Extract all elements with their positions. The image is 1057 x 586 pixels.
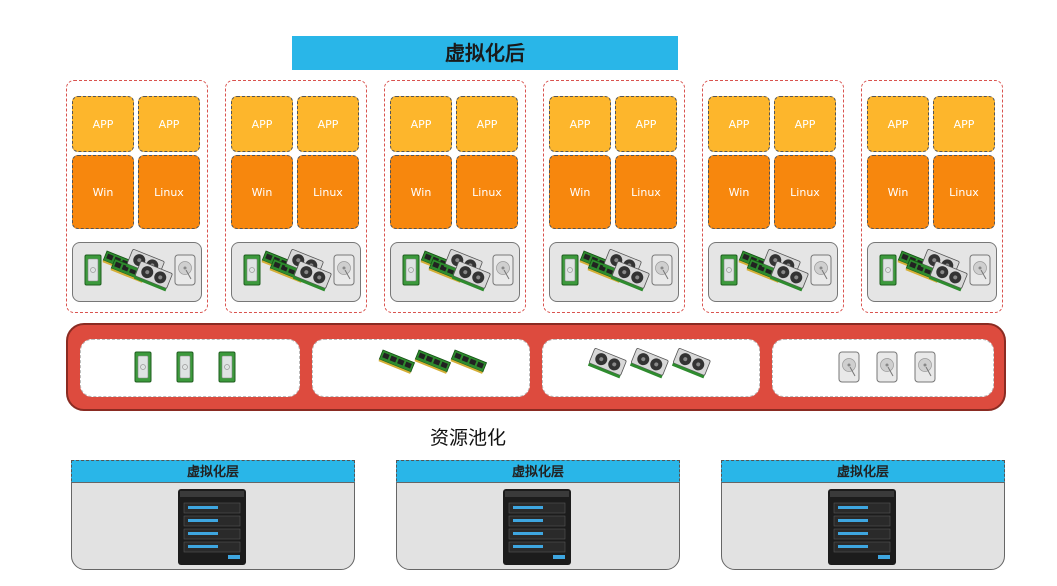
- physical-server: 虚拟化层: [71, 460, 355, 570]
- vm-group: APP APP Win Linux: [861, 80, 1003, 313]
- app-block: APP: [297, 96, 359, 152]
- server-tower-icon: [828, 489, 896, 565]
- server-body: [396, 482, 680, 570]
- os-block-linux: Linux: [297, 155, 359, 229]
- cpu-chip-icon: [402, 254, 420, 286]
- memory-stick-icon: [414, 349, 452, 374]
- os-block-win: Win: [708, 155, 770, 229]
- app-block: APP: [549, 96, 611, 152]
- cpu-chip-icon: [879, 254, 897, 286]
- memory-stick-icon: [378, 349, 416, 374]
- hard-disk-icon: [969, 254, 991, 286]
- cpu-chip-icon: [176, 351, 194, 383]
- app-block: APP: [615, 96, 677, 152]
- cpu-chip-icon: [218, 351, 236, 383]
- server-body: [721, 482, 1005, 570]
- vm-group: APP APP Win Linux: [225, 80, 367, 313]
- vm-group: APP APP Win Linux: [66, 80, 208, 313]
- graphics-card-icon: [133, 261, 173, 292]
- cpu-chip-icon: [84, 254, 102, 286]
- graphics-card-icon: [671, 348, 711, 379]
- cpu-chip-icon: [720, 254, 738, 286]
- hardware-box: [549, 242, 679, 302]
- physical-server: 虚拟化层: [721, 460, 1005, 570]
- hard-disk-icon: [174, 254, 196, 286]
- graphics-card-icon: [292, 261, 332, 292]
- graphics-card-icon: [451, 261, 491, 292]
- server-body: [71, 482, 355, 570]
- pool-label: 资源池化: [430, 427, 507, 449]
- physical-server: 虚拟化层: [396, 460, 680, 570]
- graphics-card-icon: [610, 261, 650, 292]
- app-block: APP: [138, 96, 200, 152]
- hardware-box: [231, 242, 361, 302]
- hardware-box: [72, 242, 202, 302]
- cpu-chip-icon: [561, 254, 579, 286]
- os-block-win: Win: [72, 155, 134, 229]
- cpu-chip-icon: [243, 254, 261, 286]
- os-block-win: Win: [390, 155, 452, 229]
- app-block: APP: [708, 96, 770, 152]
- app-block: APP: [774, 96, 836, 152]
- graphics-card-icon: [629, 348, 669, 379]
- vm-group: APP APP Win Linux: [384, 80, 526, 313]
- server-tower-icon: [503, 489, 571, 565]
- hardware-box: [390, 242, 520, 302]
- os-block-linux: Linux: [774, 155, 836, 229]
- app-block: APP: [867, 96, 929, 152]
- app-block: APP: [933, 96, 995, 152]
- pool-slot-memory: [312, 339, 530, 397]
- server-tower-icon: [178, 489, 246, 565]
- vm-group: APP APP Win Linux: [702, 80, 844, 313]
- app-block: APP: [390, 96, 452, 152]
- os-block-linux: Linux: [138, 155, 200, 229]
- page-title: 虚拟化后: [292, 36, 678, 70]
- os-block-win: Win: [867, 155, 929, 229]
- vm-group: APP APP Win Linux: [543, 80, 685, 313]
- app-block: APP: [231, 96, 293, 152]
- os-block-win: Win: [231, 155, 293, 229]
- hardware-box: [867, 242, 997, 302]
- pool-slot-cpu: [80, 339, 300, 397]
- hard-disk-icon: [876, 351, 898, 383]
- hard-disk-icon: [914, 351, 936, 383]
- os-block-linux: Linux: [456, 155, 518, 229]
- memory-stick-icon: [450, 349, 488, 374]
- graphics-card-icon: [928, 261, 968, 292]
- pool-slot-gpu: [542, 339, 760, 397]
- cpu-chip-icon: [134, 351, 152, 383]
- hard-disk-icon: [838, 351, 860, 383]
- app-block: APP: [72, 96, 134, 152]
- os-block-win: Win: [549, 155, 611, 229]
- hardware-box: [708, 242, 838, 302]
- graphics-card-icon: [587, 348, 627, 379]
- graphics-card-icon: [769, 261, 809, 292]
- resource-pool: [66, 323, 1006, 411]
- os-block-linux: Linux: [615, 155, 677, 229]
- hard-disk-icon: [333, 254, 355, 286]
- os-block-linux: Linux: [933, 155, 995, 229]
- pool-slot-disk: [772, 339, 994, 397]
- hard-disk-icon: [810, 254, 832, 286]
- hard-disk-icon: [492, 254, 514, 286]
- hard-disk-icon: [651, 254, 673, 286]
- app-block: APP: [456, 96, 518, 152]
